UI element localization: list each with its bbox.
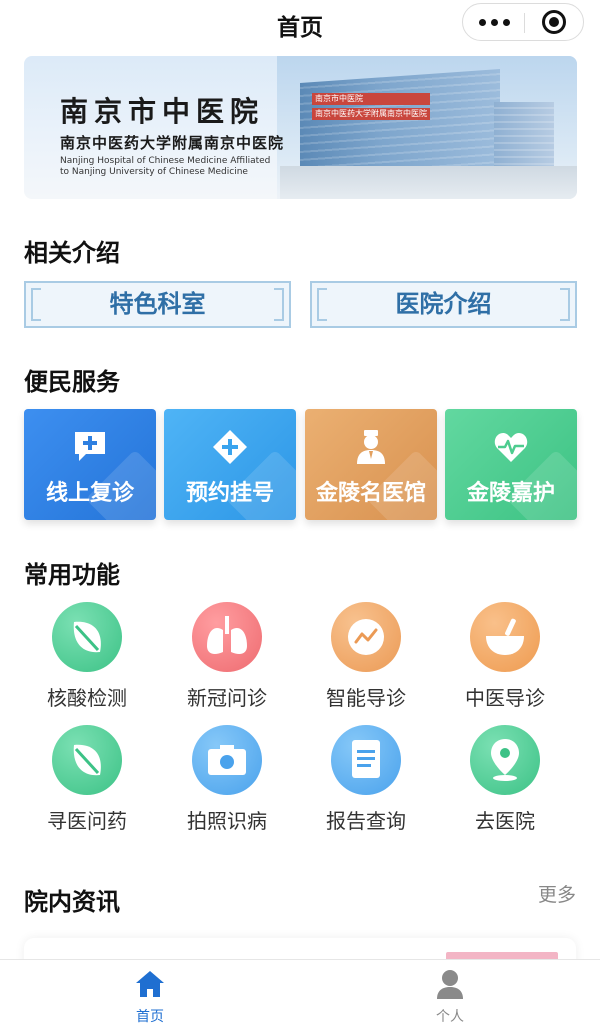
english-name-line: to Nanjing University of Chinese Medicin…	[60, 167, 248, 177]
function-label: 新冠问诊	[187, 686, 267, 710]
bottom-tab-bar: 首页 个人	[0, 959, 600, 1030]
function-go-hospital[interactable]: 去医院	[450, 725, 560, 834]
doctor-icon	[357, 430, 385, 464]
function-label: 智能导诊	[326, 686, 406, 710]
building-sign: 南京中医药大学附属南京中医院	[312, 108, 430, 120]
function-nucleic-test[interactable]: 核酸检测	[32, 602, 142, 711]
card-label: 预约挂号	[185, 481, 274, 506]
function-find-doctor[interactable]: 寻医问药	[32, 725, 142, 834]
hospital-name: 南京市中医院	[60, 95, 265, 128]
featured-departments-button[interactable]: 特色科室	[24, 281, 291, 328]
heartbeat-icon	[494, 433, 528, 462]
chart-line-icon	[331, 602, 401, 672]
leaf-icon	[52, 602, 122, 672]
user-icon	[437, 970, 463, 999]
document-icon	[331, 725, 401, 795]
diamond-cross-icon	[213, 430, 247, 464]
news-more-link[interactable]: 更多	[538, 880, 576, 907]
mortar-bowl-icon	[470, 602, 540, 672]
section-title-news: 院内资讯	[24, 888, 120, 916]
chat-plus-icon	[75, 432, 105, 461]
appointment-card[interactable]: 预约挂号	[164, 409, 296, 520]
function-tcm-guide[interactable]: 中医导诊	[450, 602, 560, 711]
top-nav-bar: 首页	[0, 0, 600, 46]
camera-icon	[192, 725, 262, 795]
function-covid-consult[interactable]: 新冠问诊	[172, 602, 282, 711]
hospital-banner[interactable]: 南京市中医院 南京中医药大学附属南京中医院 南京市中医院 南京中医药大学附属南京…	[24, 56, 577, 199]
card-label: 金陵嘉护	[466, 481, 555, 506]
banner-podium	[280, 166, 577, 199]
hospital-intro-button[interactable]: 医院介绍	[310, 281, 577, 328]
section-title-functions: 常用功能	[24, 561, 120, 589]
tab-label: 个人	[436, 1009, 464, 1025]
online-revisit-card[interactable]: 线上复诊	[24, 409, 156, 520]
function-label: 报告查询	[326, 809, 406, 833]
tab-label: 首页	[136, 1009, 164, 1025]
function-report-query[interactable]: 报告查询	[311, 725, 421, 834]
building-signs: 南京市中医院 南京中医药大学附属南京中医院	[312, 93, 430, 123]
famous-doctors-card[interactable]: 金陵名医馆	[305, 409, 437, 520]
function-photo-diagnosis[interactable]: 拍照识病	[172, 725, 282, 834]
building-sign: 南京市中医院	[312, 93, 430, 105]
english-name-line: Nanjing Hospital of Chinese Medicine Aff…	[60, 156, 271, 166]
function-label: 寻医问药	[47, 809, 127, 833]
leaf-icon	[52, 725, 122, 795]
function-label: 拍照识病	[187, 809, 267, 833]
function-label: 核酸检测	[47, 686, 127, 710]
jinling-care-card[interactable]: 金陵嘉护	[445, 409, 577, 520]
tab-profile[interactable]: 个人	[300, 960, 600, 1030]
card-label: 线上复诊	[45, 481, 134, 506]
hospital-logo-text: 南京市中医院 南京中医药大学附属南京中医院 Nanjing Hospital o…	[60, 90, 284, 178]
hospital-english-name: Nanjing Hospital of Chinese Medicine Aff…	[60, 156, 284, 178]
home-icon	[136, 971, 164, 997]
function-label: 去医院	[475, 809, 535, 833]
function-smart-guide[interactable]: 智能导诊	[311, 602, 421, 711]
section-title-services: 便民服务	[24, 368, 120, 396]
card-label: 金陵名医馆	[315, 481, 426, 506]
close-mini-program-icon[interactable]	[542, 10, 566, 34]
mini-program-capsule	[462, 3, 584, 41]
lungs-icon	[192, 602, 262, 672]
more-menu-icon[interactable]	[479, 4, 510, 40]
location-pin-icon	[470, 725, 540, 795]
function-label: 中医导诊	[465, 686, 545, 710]
section-title-intro: 相关介绍	[24, 239, 120, 267]
capsule-divider	[524, 13, 525, 33]
tab-home[interactable]: 首页	[0, 960, 300, 1030]
hospital-subname: 南京中医药大学附属南京中医院	[60, 134, 285, 152]
